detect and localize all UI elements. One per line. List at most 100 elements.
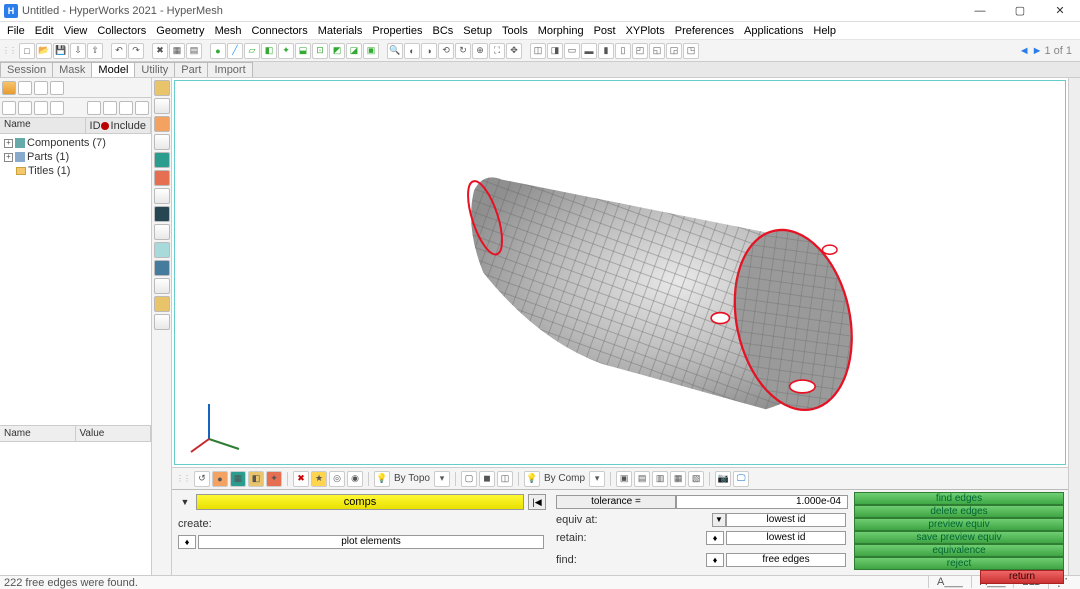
vt-hl-icon[interactable]: ★ (311, 471, 327, 487)
model-tree[interactable]: + Components (7) + Parts (1) Titles (1) (0, 134, 151, 425)
vt-bycomp-label[interactable]: By Comp (542, 473, 587, 484)
vtb-14-icon[interactable] (154, 314, 170, 330)
retain-value[interactable]: lowest id (726, 531, 846, 545)
vt-reset-icon[interactable]: ↺ (194, 471, 210, 487)
retain-spin[interactable]: ♦ (706, 531, 724, 545)
expand-icon[interactable]: + (4, 153, 13, 162)
menu-properties[interactable]: Properties (367, 23, 427, 39)
viewport-3d[interactable] (174, 80, 1066, 465)
menu-geometry[interactable]: Geometry (151, 23, 209, 39)
vt-cam-icon[interactable]: 📷 (715, 471, 731, 487)
tb-nodes-icon[interactable]: ● (210, 43, 226, 59)
vt-sys-icon[interactable]: ✦ (266, 471, 282, 487)
menu-mesh[interactable]: Mesh (210, 23, 247, 39)
vtb-13-icon[interactable] (154, 296, 170, 312)
tab-session[interactable]: Session (0, 62, 53, 77)
vtb-6-icon[interactable] (154, 170, 170, 186)
vtb-3-icon[interactable] (154, 116, 170, 132)
vt-shade-icon[interactable]: ◼ (479, 471, 495, 487)
tb-win3-icon[interactable]: ◲ (666, 43, 682, 59)
reject-button[interactable]: reject (854, 557, 1064, 570)
find-edges-button[interactable]: find edges (854, 492, 1064, 505)
tree-row-titles[interactable]: Titles (1) (2, 164, 149, 178)
find-value[interactable]: free edges (726, 553, 846, 567)
filter-2-icon[interactable] (18, 101, 32, 115)
tb-win4-icon[interactable]: ◳ (683, 43, 699, 59)
tolerance-input[interactable]: 1.000e-04 (676, 495, 848, 509)
tree-row-components[interactable]: + Components (7) (2, 136, 149, 150)
expand-icon[interactable]: + (4, 139, 13, 148)
tb-redo-icon[interactable]: ↷ (128, 43, 144, 59)
page-prev-icon[interactable]: ◄ (1019, 45, 1030, 57)
tb-card-icon[interactable]: ▤ (186, 43, 202, 59)
filter-7-icon[interactable] (119, 101, 133, 115)
vtb-7-icon[interactable] (154, 188, 170, 204)
menu-help[interactable]: Help (808, 23, 841, 39)
reset-selector-button[interactable]: |◀ (528, 494, 546, 510)
equivalence-button[interactable]: equivalence (854, 544, 1064, 557)
props-header-name[interactable]: Name (0, 426, 76, 441)
tb-organize-icon[interactable]: ▦ (169, 43, 185, 59)
tb-view5-icon[interactable]: ▮ (598, 43, 614, 59)
vt-del-icon[interactable]: ✖ (293, 471, 309, 487)
browser-config-icon[interactable] (50, 81, 64, 95)
tb-import-icon[interactable]: ⇩ (70, 43, 86, 59)
vt-comp-icon[interactable]: ◧ (248, 471, 264, 487)
filter-8-icon[interactable] (135, 101, 149, 115)
tree-row-parts[interactable]: + Parts (1) (2, 150, 149, 164)
tb-export-icon[interactable]: ⇧ (87, 43, 103, 59)
tb-misc1-icon[interactable]: ◩ (329, 43, 345, 59)
tb-lines-icon[interactable]: ╱ (227, 43, 243, 59)
browser-switch-icon[interactable] (2, 81, 16, 95)
vtb-10-icon[interactable] (154, 242, 170, 258)
delete-edges-button[interactable]: delete edges (854, 505, 1064, 518)
tb-fit-icon[interactable]: ⛶ (489, 43, 505, 59)
return-button[interactable]: return (980, 570, 1064, 584)
filter-4-icon[interactable] (50, 101, 64, 115)
props-header-value[interactable]: Value (76, 426, 152, 441)
vt-isolate-icon[interactable]: ◎ (329, 471, 345, 487)
tab-model[interactable]: Model (91, 62, 135, 77)
close-button[interactable]: ✕ (1040, 0, 1080, 22)
vt-m3-icon[interactable]: ▥ (652, 471, 668, 487)
vt-node-icon[interactable]: ● (212, 471, 228, 487)
equiv-at-dd[interactable]: ▼ (712, 513, 726, 527)
preview-equiv-button[interactable]: preview equiv (854, 518, 1064, 531)
filter-5-icon[interactable] (87, 101, 101, 115)
tb-view4-icon[interactable]: ▬ (581, 43, 597, 59)
filter-3-icon[interactable] (34, 101, 48, 115)
tb-zoom-icon[interactable]: ⊕ (472, 43, 488, 59)
comps-selector[interactable]: comps (196, 494, 524, 510)
vt-topo-dd-icon[interactable]: ▾ (434, 471, 450, 487)
tb-surf-icon[interactable]: ▱ (244, 43, 260, 59)
tb-new-icon[interactable]: □ (19, 43, 35, 59)
tab-import[interactable]: Import (207, 62, 252, 77)
tb-edge-icon[interactable]: ⬓ (295, 43, 311, 59)
tab-mask[interactable]: Mask (52, 62, 92, 77)
menu-morphing[interactable]: Morphing (533, 23, 589, 39)
menu-connectors[interactable]: Connectors (246, 23, 312, 39)
tb-point-icon[interactable]: ⊡ (312, 43, 328, 59)
vt-wire-icon[interactable]: ▢ (461, 471, 477, 487)
save-preview-equiv-button[interactable]: save preview equiv (854, 531, 1064, 544)
vt-elem-icon[interactable]: ▦ (230, 471, 246, 487)
tb-delete-icon[interactable]: ✖ (152, 43, 168, 59)
menu-edit[interactable]: Edit (30, 23, 59, 39)
tb-reverse-icon[interactable]: ⟲ (438, 43, 454, 59)
maximize-button[interactable]: ▢ (1000, 0, 1040, 22)
tb-win2-icon[interactable]: ◱ (649, 43, 665, 59)
filter-1-icon[interactable] (2, 101, 16, 115)
vtb-12-icon[interactable] (154, 278, 170, 294)
menu-xyplots[interactable]: XYPlots (621, 23, 670, 39)
browser-expand-icon[interactable] (34, 81, 48, 95)
menu-bcs[interactable]: BCs (428, 23, 459, 39)
browser-collapse-icon[interactable] (18, 81, 32, 95)
menu-applications[interactable]: Applications (739, 23, 808, 39)
find-spin[interactable]: ♦ (706, 553, 724, 567)
tb-view6-icon[interactable]: ▯ (615, 43, 631, 59)
tb-pan-icon[interactable]: ✥ (506, 43, 522, 59)
tb-rotate-icon[interactable]: ↻ (455, 43, 471, 59)
tree-header-name[interactable]: Name (0, 118, 86, 133)
equiv-at-value[interactable]: lowest id (726, 513, 846, 527)
vt-m5-icon[interactable]: ▧ (688, 471, 704, 487)
